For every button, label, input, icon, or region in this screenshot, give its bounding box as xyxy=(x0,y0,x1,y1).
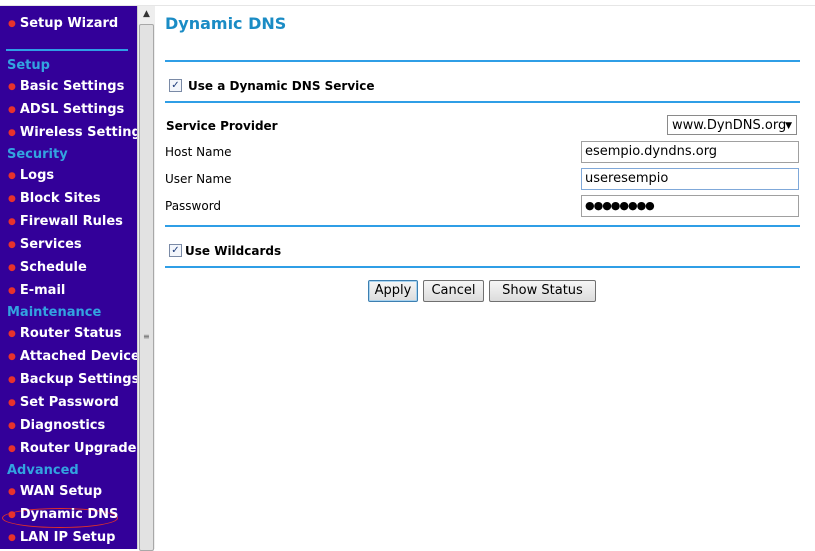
bullet-icon: ● xyxy=(8,286,16,296)
page-title: Dynamic DNS xyxy=(165,14,287,33)
bullet-icon: ● xyxy=(8,217,16,227)
sidebar-item-label: Wireless Settings xyxy=(19,125,137,140)
bullet-icon: ● xyxy=(8,82,16,92)
bullet-icon: ● xyxy=(8,19,16,29)
sidebar-item-label: Logs xyxy=(19,168,55,183)
bullet-icon: ● xyxy=(8,263,16,273)
sidebar-item-router-status[interactable]: ● Router Status xyxy=(8,324,122,344)
sidebar-item-label: Firewall Rules xyxy=(19,214,123,229)
sidebar-item-wireless-settings[interactable]: ● Wireless Settings xyxy=(8,123,137,143)
password-label: Password xyxy=(165,199,222,213)
apply-button[interactable]: Apply xyxy=(368,280,418,302)
sidebar-item-label: Block Sites xyxy=(19,191,101,206)
bullet-icon: ● xyxy=(8,487,16,497)
sidebar-item-label: Dynamic DNS xyxy=(19,507,119,522)
sidebar-item-router-upgrade[interactable]: ● Router Upgrade xyxy=(8,439,137,459)
chevron-down-icon: ▼ xyxy=(785,121,792,131)
host-name-input[interactable]: esempio.dyndns.org xyxy=(581,141,799,163)
sidebar-item-services[interactable]: ● Services xyxy=(8,235,82,255)
use-wildcards-checkbox[interactable]: ✓ xyxy=(169,244,182,257)
scroll-thumb[interactable]: ≡ xyxy=(139,24,154,551)
password-input[interactable]: ●●●●●●●● xyxy=(581,195,799,217)
bullet-icon: ● xyxy=(8,352,16,362)
bullet-icon: ● xyxy=(8,510,16,520)
sidebar-item-label: E-mail xyxy=(19,283,66,298)
user-name-label: User Name xyxy=(165,172,232,186)
sidebar-item-logs[interactable]: ● Logs xyxy=(8,166,54,186)
sidebar-item-backup-settings[interactable]: ● Backup Settings xyxy=(8,370,137,390)
sidebar-item-wan-setup[interactable]: ● WAN Setup xyxy=(8,482,102,502)
sidebar-nav: ● Setup Wizard Setup ● Basic Settings ● ADS… xyxy=(0,6,137,549)
sidebar-item-dynamic-dns[interactable]: ● Dynamic DNS xyxy=(8,505,118,525)
show-status-button[interactable]: Show Status xyxy=(489,280,596,302)
sidebar-item-diagnostics[interactable]: ● Diagnostics xyxy=(8,416,105,436)
use-ddns-checkbox[interactable]: ✓ xyxy=(169,79,182,92)
sidebar-item-label: Services xyxy=(19,237,82,252)
use-wildcards-label: Use Wildcards xyxy=(185,244,282,258)
sidebar-item-label: Router Status xyxy=(19,326,122,341)
sidebar-item-schedule[interactable]: ● Schedule xyxy=(8,258,87,278)
use-ddns-label: Use a Dynamic DNS Service xyxy=(188,79,375,93)
service-provider-select[interactable]: www.DynDNS.org ▼ xyxy=(667,115,797,135)
bullet-icon: ● xyxy=(8,105,16,115)
sidebar-item-label: Schedule xyxy=(19,260,87,275)
section-heading-advanced: Advanced xyxy=(7,463,79,478)
service-provider-label: Service Provider xyxy=(166,119,278,133)
sidebar-item-firewall-rules[interactable]: ● Firewall Rules xyxy=(8,212,123,232)
sidebar-item-setup-wizard[interactable]: ● Setup Wizard xyxy=(8,14,118,34)
sidebar-item-label: Basic Settings xyxy=(19,79,125,94)
sidebar-item-set-password[interactable]: ● Set Password xyxy=(8,393,119,413)
bullet-icon: ● xyxy=(8,194,16,204)
sidebar-item-label: Setup Wizard xyxy=(19,16,119,31)
sidebar-scrollbar[interactable]: ▲ ≡ xyxy=(137,6,155,551)
sidebar-item-email[interactable]: ● E-mail xyxy=(8,281,65,301)
sidebar-item-label: Backup Settings xyxy=(19,372,137,387)
scroll-up-icon[interactable]: ▲ xyxy=(138,6,155,23)
bullet-icon: ● xyxy=(8,375,16,385)
bullet-icon: ● xyxy=(8,398,16,408)
bullet-icon: ● xyxy=(8,533,16,543)
sidebar-item-attached-devices[interactable]: ● Attached Devices xyxy=(8,347,137,367)
user-name-input[interactable]: useresempio xyxy=(581,168,799,190)
sidebar-item-basic-settings[interactable]: ● Basic Settings xyxy=(8,77,124,97)
sidebar-item-label: Attached Devices xyxy=(19,349,137,364)
bullet-icon: ● xyxy=(8,444,16,454)
sidebar-item-block-sites[interactable]: ● Block Sites xyxy=(8,189,101,209)
section-heading-maintenance: Maintenance xyxy=(7,305,102,320)
sidebar-item-label: Router Upgrade xyxy=(19,441,137,456)
sidebar-item-label: WAN Setup xyxy=(19,484,103,499)
section-heading-security: Security xyxy=(7,147,68,162)
sidebar-item-label: LAN IP Setup xyxy=(19,530,116,545)
sidebar-item-label: Set Password xyxy=(19,395,119,410)
select-value: www.DynDNS.org xyxy=(672,118,787,133)
bullet-icon: ● xyxy=(8,171,16,181)
sidebar-divider xyxy=(6,49,128,51)
bullet-icon: ● xyxy=(8,421,16,431)
grip-icon: ≡ xyxy=(143,332,150,341)
sidebar-item-lan-ip-setup[interactable]: ● LAN IP Setup xyxy=(8,528,115,548)
section-rule xyxy=(165,60,800,62)
section-rule xyxy=(165,266,800,268)
bullet-icon: ● xyxy=(8,329,16,339)
main-content: Dynamic DNS ✓ Use a Dynamic DNS Service … xyxy=(155,6,815,549)
bullet-icon: ● xyxy=(8,240,16,250)
sidebar-item-label: ADSL Settings xyxy=(19,102,125,117)
section-rule xyxy=(165,101,800,103)
section-heading-setup: Setup xyxy=(7,58,50,73)
cancel-button[interactable]: Cancel xyxy=(423,280,484,302)
host-name-label: Host Name xyxy=(165,145,232,159)
bullet-icon: ● xyxy=(8,128,16,138)
sidebar-item-label: Diagnostics xyxy=(19,418,106,433)
section-rule xyxy=(165,225,800,227)
sidebar-item-adsl-settings[interactable]: ● ADSL Settings xyxy=(8,100,124,120)
